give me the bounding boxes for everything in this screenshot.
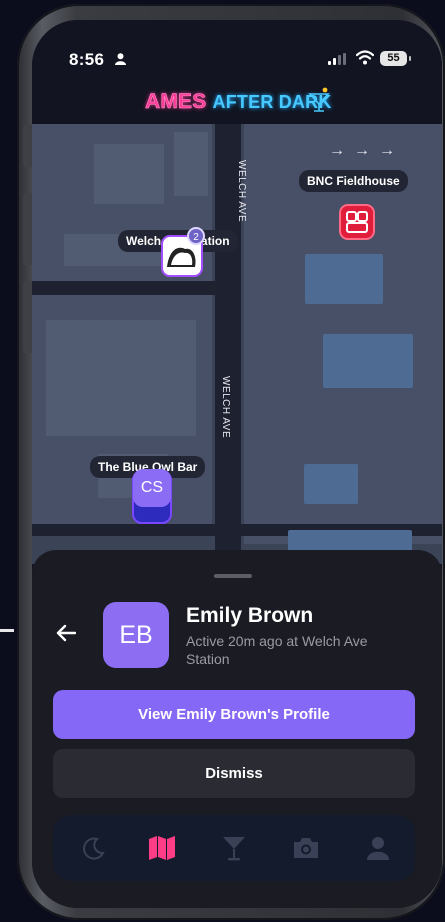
tab-map[interactable] [137,815,187,881]
wifi-icon [356,50,374,65]
logo-ames: AMES [145,90,207,114]
screen: 8:56 55 AMES AFTER DARK WELCH AVE WELCH … [32,20,442,908]
cluster-count-badge[interactable]: 2 [187,227,205,245]
martini-icon [308,87,330,112]
street-label: WELCH AVE [236,160,247,223]
moon-icon [83,837,105,860]
pointer-line [0,629,14,632]
tab-moon[interactable] [69,815,119,881]
camera-icon [294,838,318,858]
battery-indicator: 55 [380,51,411,66]
signal-icon [328,53,346,65]
map-building-blue [323,334,413,388]
tab-profile[interactable] [353,815,403,881]
street-label: WELCH AVE [220,376,231,439]
map-building [94,144,164,204]
user-avatar-marker[interactable]: CS [133,469,171,507]
user-name: Emily Brown [186,604,314,627]
user-activity-status: Active 20m ago at Welch Ave Station [186,633,368,667]
person-status-icon [115,53,126,65]
tab-camera[interactable] [281,815,331,881]
user-bottom-sheet: EB Emily Brown Active 20m ago at Welch A… [32,550,442,908]
app-logo: AMES AFTER DARK [32,86,442,120]
view-profile-button[interactable]: View Emily Brown's Profile [53,690,415,739]
back-arrow-icon[interactable] [56,624,77,646]
dismiss-button[interactable]: Dismiss [53,749,415,798]
person-icon [367,837,389,860]
status-time: 8:56 [69,50,105,69]
map-building [174,132,208,196]
bnc-logo-icon [346,211,368,233]
map-building-blue [305,254,383,304]
map-building [46,320,196,436]
tab-cocktail[interactable] [209,815,259,881]
tab-bar [53,815,415,881]
sheet-grabber[interactable] [214,574,252,578]
map-icon [149,836,175,860]
cocktail-icon [223,837,245,861]
status-bar: 8:56 55 [32,20,442,96]
place-label-bnc[interactable]: BNC Fieldhouse [299,170,408,192]
map-road [32,281,215,295]
bnc-fieldhouse-marker[interactable] [339,204,375,240]
user-avatar: EB [103,602,169,668]
traffic-direction-arrows: →→→ [329,142,404,159]
map-view[interactable]: WELCH AVE WELCH AVE →→→ BNC Fieldhouse W… [32,124,442,564]
map-building-blue [304,464,358,504]
